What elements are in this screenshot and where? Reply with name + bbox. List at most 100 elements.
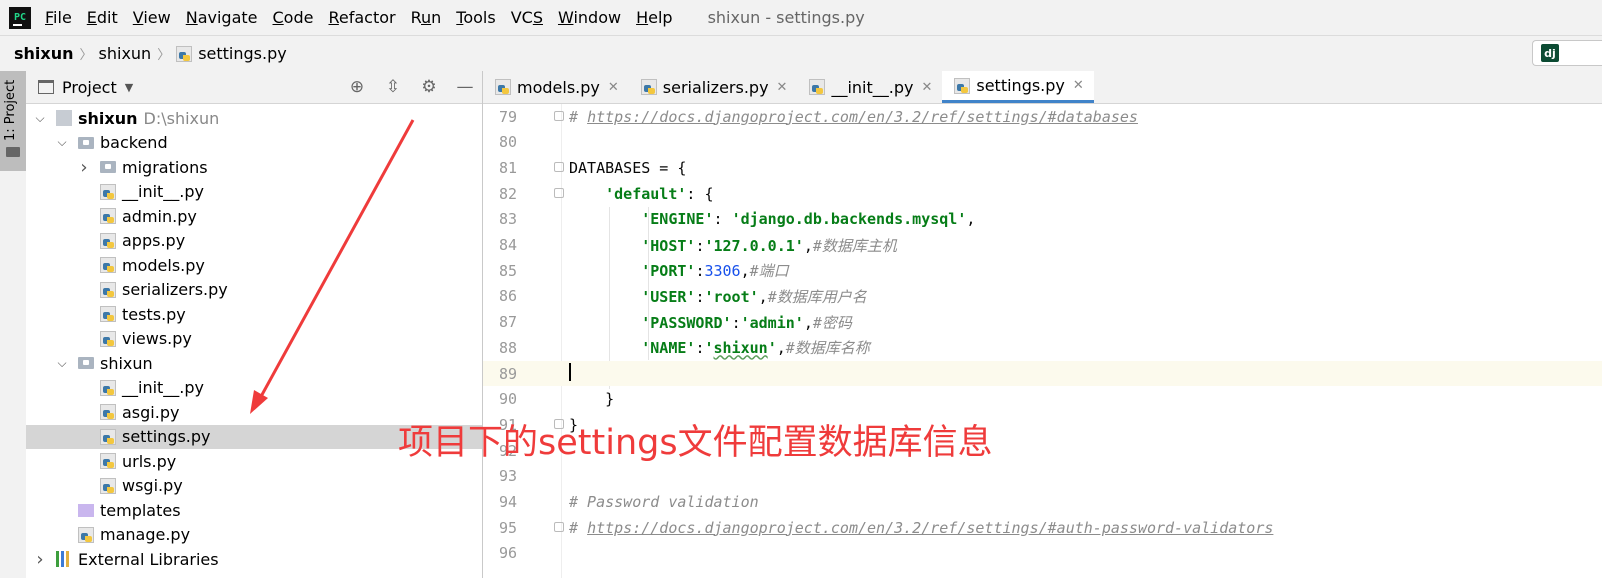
code-token: #密码: [812, 313, 852, 332]
tab-label: models.py: [517, 77, 600, 97]
menu-tools[interactable]: Tools: [456, 8, 495, 27]
locate-icon[interactable]: ⊕: [348, 77, 366, 97]
menu-edit[interactable]: Edit: [87, 8, 118, 27]
menu-vcs[interactable]: VCS: [511, 8, 543, 27]
tree-row[interactable]: serializers.py: [26, 278, 482, 302]
breadcrumb-label: shixun: [98, 44, 152, 63]
tree-row[interactable]: admin.py: [26, 204, 482, 228]
tree-row[interactable]: __init__.py: [26, 180, 482, 204]
menu-refactor[interactable]: Refactor: [328, 8, 395, 27]
line-number: 88: [498, 338, 517, 357]
code-token: DATABASES = {: [569, 158, 687, 177]
tree-row[interactable]: templates: [26, 498, 482, 522]
menu-view[interactable]: View: [133, 8, 171, 27]
editor-tabs: models.py ✕ serializers.py ✕ __init__.py ✕ set…: [483, 71, 1602, 104]
line-number: 84: [498, 236, 517, 254]
tree-row[interactable]: ⌵ shixun D:\shixun: [26, 106, 482, 130]
tree-row[interactable]: apps.py: [26, 229, 482, 253]
tab-modelspy[interactable]: models.py ✕: [483, 71, 629, 103]
breadcrumb-item[interactable]: shixun: [99, 44, 152, 63]
chevron-down-icon[interactable]: ⌵: [56, 356, 68, 371]
code-text: # Password validation: [569, 493, 759, 511]
chevron-down-icon[interactable]: ⌵: [34, 111, 46, 126]
tree-row[interactable]: __init__.py: [26, 376, 482, 400]
fold-marker-icon[interactable]: [554, 188, 564, 199]
hide-icon[interactable]: —: [456, 77, 474, 97]
tree-row[interactable]: ⌵ shixun: [26, 351, 482, 375]
line-number: 89: [498, 364, 517, 383]
tree-row[interactable]: › migrations: [26, 155, 482, 179]
tree-row[interactable]: manage.py: [26, 523, 482, 547]
folder-icon: [100, 161, 116, 173]
chevron-down-icon[interactable]: ⌵: [56, 135, 68, 150]
code-token: https://docs.djangoproject.com/en/3.2/re…: [587, 518, 1274, 537]
templates-folder-icon: [78, 503, 94, 517]
project-view-icon: [38, 80, 54, 94]
django-run-config-button[interactable]: dj: [1532, 40, 1602, 66]
tab-initpy[interactable]: __init__.py ✕: [797, 71, 942, 103]
code-token: #数据库主机: [812, 236, 897, 255]
code-line: 85 'PORT':3306,#端口: [483, 258, 1602, 283]
project-tab-label: 1: Project: [3, 79, 18, 141]
code-line: 84 'HOST':'127.0.0.1',#数据库主机: [483, 233, 1602, 258]
menu-help[interactable]: Help: [636, 8, 672, 27]
menu-run[interactable]: Run: [411, 8, 442, 27]
tree-label: settings.py: [122, 427, 211, 446]
tab-serializerspy[interactable]: serializers.py ✕: [629, 71, 798, 103]
breadcrumb-item[interactable]: settings.py: [176, 44, 287, 63]
fold-marker-icon[interactable]: [554, 162, 564, 173]
line-number: 81: [498, 158, 517, 177]
code-text: }: [569, 390, 614, 408]
module-folder-icon: [56, 110, 72, 126]
close-icon[interactable]: ✕: [608, 80, 619, 95]
code-token: #: [569, 107, 588, 126]
tree-row[interactable]: models.py: [26, 253, 482, 277]
fold-marker-icon[interactable]: [554, 522, 564, 533]
close-icon[interactable]: ✕: [777, 80, 788, 95]
close-icon[interactable]: ✕: [921, 80, 932, 95]
tree-row[interactable]: wsgi.py: [26, 474, 482, 498]
project-panel-title[interactable]: Project: [62, 78, 117, 97]
menu-navigate[interactable]: Navigate: [186, 8, 258, 27]
tree-row[interactable]: › External Libraries: [26, 547, 482, 571]
collapse-all-icon[interactable]: ⇳: [384, 77, 402, 97]
window-title: shixun - settings.py: [707, 8, 865, 27]
fold-marker-icon[interactable]: [554, 111, 564, 121]
tree-label: manage.py: [100, 525, 191, 544]
python-file-icon: [100, 208, 116, 224]
tree-row[interactable]: ⌵ backend: [26, 131, 482, 155]
line-number: 93: [498, 467, 517, 486]
tab-settingspy[interactable]: settings.py ✕: [942, 71, 1094, 103]
tree-label: urls.py: [122, 451, 177, 471]
python-file-icon: [495, 79, 511, 95]
menu-window[interactable]: Window: [558, 8, 621, 27]
code-text: 'PORT':3306,#端口: [569, 260, 789, 281]
menu-code[interactable]: Code: [273, 8, 314, 27]
project-tool-window-tab[interactable]: 1: Project: [0, 71, 26, 171]
python-file-icon: [809, 79, 826, 95]
code-editor[interactable]: 79 # https://docs.djangoproject.com/en/3.…: [483, 104, 1602, 578]
code-token: https://docs.djangoproject.com/en/3.2/re…: [587, 107, 1138, 126]
tree-row[interactable]: views.py: [26, 327, 482, 351]
menu-file[interactable]: File: [45, 8, 72, 27]
code-token: :: [731, 313, 741, 332]
code-token: #: [569, 518, 588, 537]
chevron-down-icon[interactable]: ▼: [125, 81, 133, 94]
chevron-right-icon[interactable]: ›: [78, 157, 90, 178]
chevron-right-icon[interactable]: ›: [34, 549, 46, 570]
tree-row[interactable]: tests.py: [26, 302, 482, 326]
gear-icon[interactable]: ⚙: [420, 77, 438, 97]
python-file-icon: [100, 404, 116, 420]
code-line: 87 'PASSWORD':'admin',#密码: [483, 310, 1602, 335]
tree-label: admin.py: [122, 206, 197, 226]
code-text: 'PASSWORD':'admin',#密码: [569, 312, 852, 333]
line-number: 85: [498, 261, 517, 280]
code-token: :: [713, 210, 732, 229]
django-icon: dj: [1541, 44, 1559, 62]
close-icon[interactable]: ✕: [1073, 78, 1084, 93]
breadcrumb-item[interactable]: shixun: [14, 44, 74, 63]
code-token: #端口: [749, 262, 789, 281]
line-number: 82: [498, 184, 517, 203]
